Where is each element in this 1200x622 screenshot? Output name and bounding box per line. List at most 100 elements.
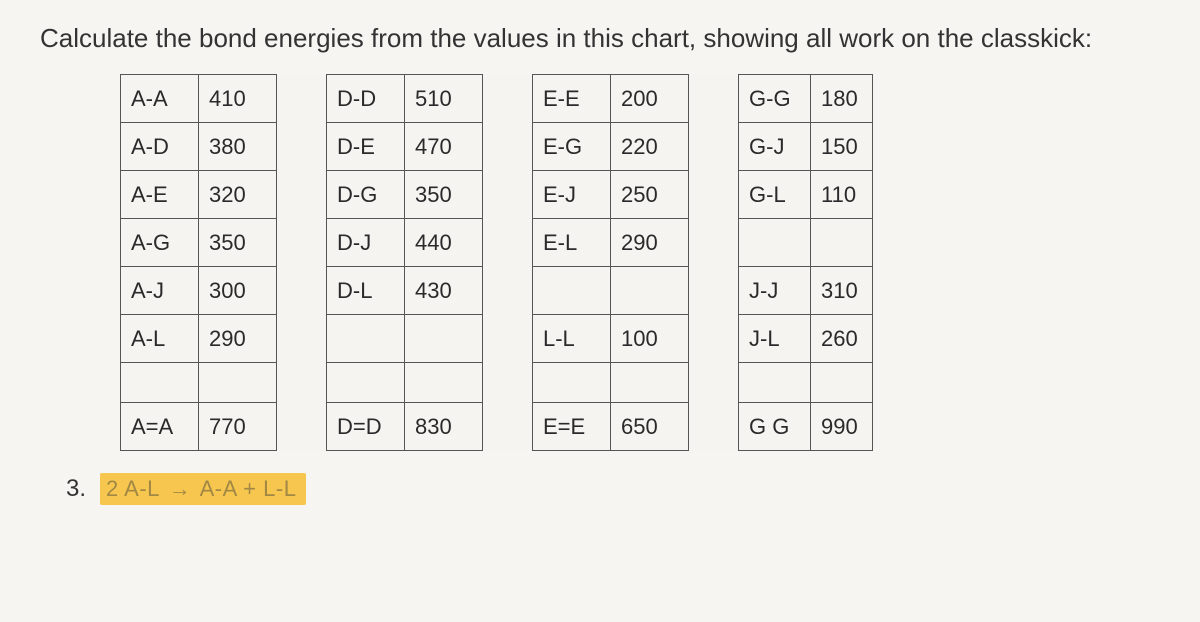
bond-cell: A=A xyxy=(121,403,199,451)
bond-cell: D-J xyxy=(327,219,405,267)
bond-cell: J-L xyxy=(739,315,811,363)
reactant: 2 A-L xyxy=(106,476,159,501)
value-cell: 380 xyxy=(199,123,277,171)
bond-cell: D-D xyxy=(327,75,405,123)
value-cell: 100 xyxy=(611,315,689,363)
value-cell: 350 xyxy=(405,171,483,219)
spacer-cell xyxy=(277,75,327,123)
value-cell xyxy=(199,363,277,403)
spacer-cell xyxy=(277,403,327,451)
spacer-cell xyxy=(689,171,739,219)
bond-cell xyxy=(533,267,611,315)
value-cell: 320 xyxy=(199,171,277,219)
spacer-cell xyxy=(689,315,739,363)
bond-cell: G G xyxy=(739,403,811,451)
table-row: A-E320D-G350E-J250G-L110 xyxy=(121,171,873,219)
bond-cell: A-A xyxy=(121,75,199,123)
value-cell: 430 xyxy=(405,267,483,315)
spacer-cell xyxy=(483,219,533,267)
spacer-cell xyxy=(689,123,739,171)
value-cell xyxy=(405,315,483,363)
spacer-cell xyxy=(689,267,739,315)
bond-cell: L-L xyxy=(533,315,611,363)
table-row: A-J300 D-L430 J-J310 xyxy=(121,267,873,315)
value-cell xyxy=(611,267,689,315)
instruction-text: Calculate the bond energies from the val… xyxy=(40,20,1160,56)
spacer-cell xyxy=(277,315,327,363)
bond-cell: G-G xyxy=(739,75,811,123)
table-row: A-L290 L-L100 J-L260 xyxy=(121,315,873,363)
table-row xyxy=(121,363,873,403)
spacer-cell xyxy=(277,123,327,171)
bond-cell xyxy=(121,363,199,403)
bond-cell: A-G xyxy=(121,219,199,267)
value-cell: 260 xyxy=(811,315,873,363)
bond-table-container: A-A410D-D510E-E200G-G180A-D380D-E470E-G2… xyxy=(120,74,1160,451)
bond-cell: G-J xyxy=(739,123,811,171)
spacer-cell xyxy=(483,363,533,403)
value-cell: 290 xyxy=(611,219,689,267)
bond-cell: E-G xyxy=(533,123,611,171)
product: A-A + L-L xyxy=(200,476,297,501)
spacer-cell xyxy=(483,75,533,123)
value-cell: 650 xyxy=(611,403,689,451)
bond-cell xyxy=(739,219,811,267)
value-cell: 440 xyxy=(405,219,483,267)
spacer-cell xyxy=(483,267,533,315)
spacer-cell xyxy=(483,123,533,171)
bond-cell xyxy=(739,363,811,403)
value-cell xyxy=(611,363,689,403)
spacer-cell xyxy=(483,315,533,363)
arrow-icon: → xyxy=(166,476,195,501)
spacer-cell xyxy=(689,219,739,267)
value-cell: 350 xyxy=(199,219,277,267)
value-cell: 180 xyxy=(811,75,873,123)
bond-cell: G-L xyxy=(739,171,811,219)
bond-cell: A-J xyxy=(121,267,199,315)
spacer-cell xyxy=(689,403,739,451)
spacer-cell xyxy=(277,363,327,403)
bond-cell: D=D xyxy=(327,403,405,451)
highlighted-equation: 2 A-L → A-A + L-L xyxy=(100,473,306,505)
spacer-cell xyxy=(277,267,327,315)
spacer-cell xyxy=(483,403,533,451)
value-cell: 830 xyxy=(405,403,483,451)
value-cell: 290 xyxy=(199,315,277,363)
bond-cell xyxy=(533,363,611,403)
spacer-cell xyxy=(689,75,739,123)
value-cell: 220 xyxy=(611,123,689,171)
bond-cell xyxy=(327,315,405,363)
bond-cell: E=E xyxy=(533,403,611,451)
table-row: A-D380D-E470E-G220G-J150 xyxy=(121,123,873,171)
value-cell: 470 xyxy=(405,123,483,171)
spacer-cell xyxy=(689,363,739,403)
bond-energy-table: A-A410D-D510E-E200G-G180A-D380D-E470E-G2… xyxy=(120,74,873,451)
spacer-cell xyxy=(277,219,327,267)
spacer-cell xyxy=(483,171,533,219)
bond-cell: E-L xyxy=(533,219,611,267)
bond-cell: E-E xyxy=(533,75,611,123)
bond-cell: D-E xyxy=(327,123,405,171)
question-3: 3. 2 A-L → A-A + L-L xyxy=(66,473,1160,505)
table-row: A-G350 D-J440 E-L290 xyxy=(121,219,873,267)
value-cell: 310 xyxy=(811,267,873,315)
value-cell: 770 xyxy=(199,403,277,451)
value-cell: 250 xyxy=(611,171,689,219)
value-cell: 300 xyxy=(199,267,277,315)
value-cell: 150 xyxy=(811,123,873,171)
bond-cell: D-L xyxy=(327,267,405,315)
value-cell: 410 xyxy=(199,75,277,123)
value-cell xyxy=(811,219,873,267)
question-number: 3. xyxy=(66,475,86,503)
table-row: A=A770 D=D830 E=E650 G G990 xyxy=(121,403,873,451)
bond-cell: J-J xyxy=(739,267,811,315)
bond-cell: D-G xyxy=(327,171,405,219)
bond-cell: A-E xyxy=(121,171,199,219)
value-cell: 200 xyxy=(611,75,689,123)
table-row: A-A410 D-D510 E-E200 G-G180 xyxy=(121,75,873,123)
bond-cell xyxy=(327,363,405,403)
value-cell: 990 xyxy=(811,403,873,451)
value-cell: 110 xyxy=(811,171,873,219)
value-cell: 510 xyxy=(405,75,483,123)
bond-cell: A-L xyxy=(121,315,199,363)
